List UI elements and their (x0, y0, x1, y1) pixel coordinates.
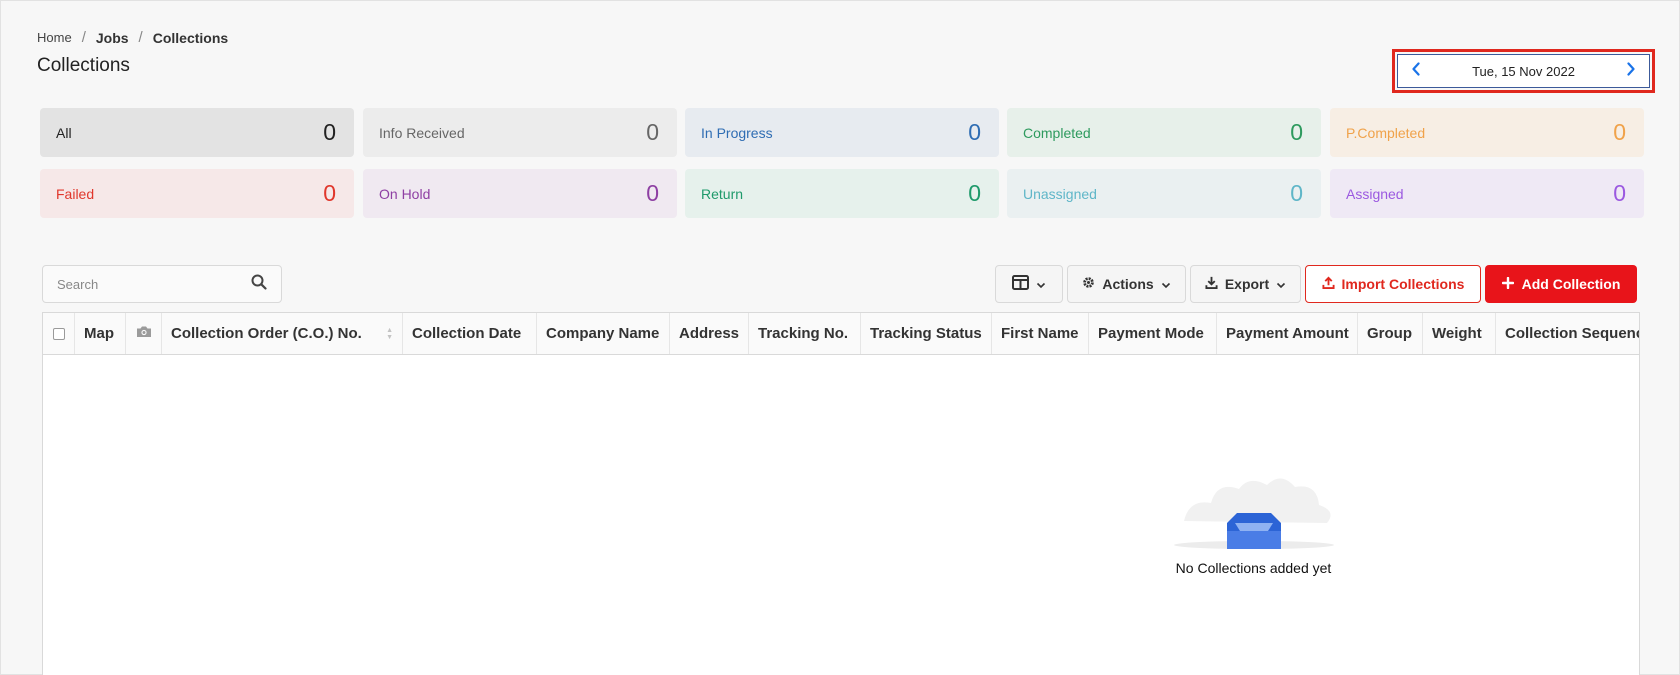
stat-card-unassigned[interactable]: Unassigned 0 (1007, 169, 1321, 218)
columns-icon (1012, 275, 1029, 293)
stat-label: In Progress (701, 124, 773, 141)
stat-count: 0 (323, 180, 336, 206)
stat-count: 0 (1290, 180, 1303, 206)
column-header-tracking-status[interactable]: Tracking Status (861, 313, 992, 354)
actions-label: Actions (1102, 276, 1154, 292)
stat-count: 0 (323, 119, 336, 145)
column-header-collection-date[interactable]: Collection Date (403, 313, 537, 354)
gear-icon (1082, 276, 1095, 292)
column-label: Tracking No. (758, 325, 849, 342)
stat-card-info-received[interactable]: Info Received 0 (363, 108, 677, 157)
import-collections-button[interactable]: Import Collections (1305, 265, 1481, 303)
stat-count: 0 (968, 180, 981, 206)
stat-card-on-hold[interactable]: On Hold 0 (363, 169, 677, 218)
column-header-first-name[interactable]: First Name (992, 313, 1089, 354)
page-title: Collections (37, 55, 130, 76)
stat-label: All (56, 124, 72, 141)
camera-icon (136, 325, 152, 342)
stat-count: 0 (1290, 119, 1303, 145)
breadcrumb-home[interactable]: Home (37, 30, 72, 45)
column-label: Group (1367, 325, 1412, 342)
empty-inbox-icon (1169, 478, 1339, 555)
column-header-tracking-no[interactable]: Tracking No. (749, 313, 861, 354)
column-label: Collection Order (C.O.) No. (171, 325, 362, 342)
stat-card-assigned[interactable]: Assigned 0 (1330, 169, 1644, 218)
select-all-checkbox[interactable] (52, 327, 65, 340)
stat-label: On Hold (379, 185, 431, 202)
column-header-address[interactable]: Address (670, 313, 749, 354)
stat-count: 0 (1613, 180, 1626, 206)
search-icon[interactable] (251, 274, 267, 295)
empty-state-text: No Collections added yet (1175, 560, 1332, 576)
stat-card-in-progress[interactable]: In Progress 0 (685, 108, 999, 157)
upload-icon (1322, 276, 1335, 292)
chevron-down-icon (1276, 276, 1286, 292)
sort-icon[interactable]: ▲ ▼ (386, 327, 393, 341)
stat-count: 0 (646, 180, 659, 206)
chevron-down-icon (1161, 276, 1171, 292)
stat-label: Failed (56, 185, 95, 202)
breadcrumb-current: Collections (152, 29, 229, 46)
stat-count: 0 (1613, 119, 1626, 145)
stat-card-return[interactable]: Return 0 (685, 169, 999, 218)
column-header-collection-sequence[interactable]: Collection Sequence (1496, 313, 1640, 354)
chevron-left-icon[interactable] (1408, 61, 1424, 81)
date-display[interactable]: Tue, 15 Nov 2022 (1472, 64, 1575, 79)
breadcrumb: Home / Jobs / Collections (37, 29, 228, 46)
actions-button[interactable]: Actions (1067, 265, 1186, 303)
stat-card-all[interactable]: All 0 (40, 108, 354, 157)
breadcrumb-separator: / (81, 29, 86, 46)
download-icon (1205, 276, 1218, 292)
select-all-cell (43, 313, 75, 354)
column-header-photo[interactable] (126, 313, 162, 354)
column-label: Map (84, 325, 114, 342)
date-navigator: Tue, 15 Nov 2022 (1397, 54, 1650, 88)
column-header-group[interactable]: Group (1358, 313, 1423, 354)
search-box (42, 265, 282, 303)
column-label: Address (679, 325, 740, 342)
plus-icon (1501, 276, 1514, 292)
export-button[interactable]: Export (1190, 265, 1301, 303)
collections-table: Map Collection Order (C.O.) No. ▲ ▼ Colle… (42, 312, 1640, 675)
column-label: First Name (1001, 325, 1079, 342)
stat-label: Unassigned (1023, 185, 1097, 202)
table-header: Map Collection Order (C.O.) No. ▲ ▼ Colle… (43, 313, 1639, 355)
stat-label: P.Completed (1346, 124, 1426, 141)
column-label: Collection Date (412, 325, 522, 342)
column-header-map[interactable]: Map (75, 313, 126, 354)
breadcrumb-jobs[interactable]: Jobs (96, 30, 129, 46)
search-input[interactable] (57, 276, 227, 292)
add-label: Add Collection (1521, 276, 1621, 292)
column-label: Tracking Status (870, 325, 982, 342)
stat-label: Info Received (379, 124, 465, 141)
breadcrumb-separator: / (138, 29, 143, 46)
column-label: Weight (1432, 325, 1482, 342)
stat-count: 0 (968, 119, 981, 145)
stat-count: 0 (646, 119, 659, 145)
column-picker-button[interactable] (995, 265, 1063, 303)
stat-card-p-completed[interactable]: P.Completed 0 (1330, 108, 1644, 157)
stat-label: Assigned (1346, 185, 1404, 202)
column-label: Company Name (546, 325, 660, 342)
chevron-down-icon (1036, 276, 1046, 292)
empty-state: No Collections added yet (1131, 461, 1376, 576)
column-header-payment-amount[interactable]: Payment Amount (1217, 313, 1358, 354)
column-label: Payment Amount (1226, 325, 1349, 342)
export-label: Export (1224, 276, 1270, 292)
column-header-weight[interactable]: Weight (1423, 313, 1496, 354)
stat-card-failed[interactable]: Failed 0 (40, 169, 354, 218)
column-header-payment-mode[interactable]: Payment Mode (1089, 313, 1217, 354)
chevron-right-icon[interactable] (1623, 61, 1639, 81)
column-header-co-no[interactable]: Collection Order (C.O.) No. ▲ ▼ (162, 313, 403, 354)
stat-label: Completed (1023, 124, 1091, 141)
stat-label: Return (701, 185, 744, 202)
import-label: Import Collections (1341, 276, 1465, 292)
stat-card-completed[interactable]: Completed 0 (1007, 108, 1321, 157)
column-label: Payment Mode (1098, 325, 1204, 342)
add-collection-button[interactable]: Add Collection (1485, 265, 1637, 303)
column-header-company-name[interactable]: Company Name (537, 313, 670, 354)
column-label: Collection Sequence (1505, 325, 1640, 342)
